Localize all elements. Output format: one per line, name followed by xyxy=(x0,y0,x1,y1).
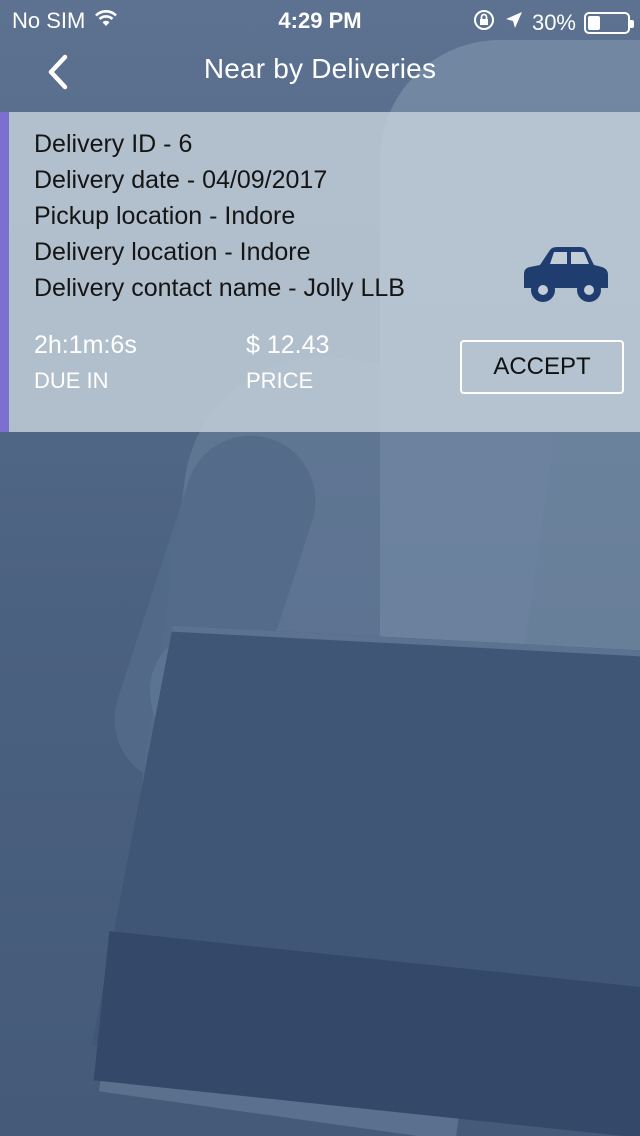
due-in-metric: 2h:1m:6s DUE IN xyxy=(34,328,137,398)
delivery-date: Delivery date - 04/09/2017 xyxy=(34,166,328,194)
pickup-location: Pickup location - Indore xyxy=(34,202,296,230)
battery-percent: 30% xyxy=(531,10,576,35)
location-arrow-icon xyxy=(504,10,524,36)
price-value: $ 12.43 xyxy=(246,331,330,359)
price-label: PRICE xyxy=(246,368,314,393)
delivery-id: Delivery ID - 6 xyxy=(34,130,193,158)
delivery-details: Delivery ID - 6 Delivery date - 04/09/20… xyxy=(34,126,405,306)
due-in-label: DUE IN xyxy=(34,368,109,393)
page-title: Near by Deliveries xyxy=(203,53,437,84)
delivery-location: Delivery location - Indore xyxy=(34,238,311,266)
car-icon xyxy=(514,240,612,310)
price-metric: $ 12.43 PRICE xyxy=(246,328,329,398)
delivery-contact-name: Delivery contact name - Jolly LLB xyxy=(34,274,405,302)
battery-icon xyxy=(584,12,634,34)
status-bar: No SIM 4:29 PM 30% xyxy=(0,0,640,40)
orientation-lock-icon xyxy=(472,8,496,38)
delivery-card[interactable]: Delivery ID - 6 Delivery date - 04/09/20… xyxy=(0,112,640,432)
due-in-value: 2h:1m:6s xyxy=(34,331,137,359)
nav-bar: Near by Deliveries xyxy=(0,40,640,112)
accept-button[interactable]: ACCEPT xyxy=(460,340,624,394)
